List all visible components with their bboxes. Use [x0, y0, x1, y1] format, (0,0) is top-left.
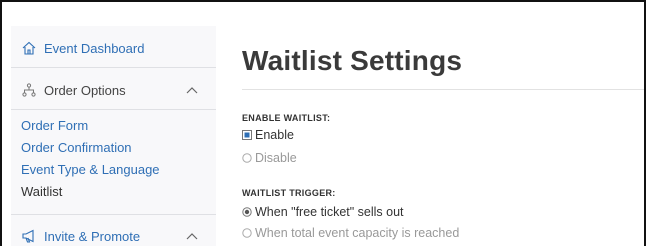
sidebar-divider: [11, 67, 216, 68]
waitlist-trigger-label: WAITLIST TRIGGER:: [242, 188, 336, 198]
sidebar-divider: [11, 214, 216, 215]
sitemap-icon: [21, 82, 37, 98]
trigger-capacity-label: When total event capacity is reached: [255, 226, 460, 240]
chevron-up-icon[interactable]: [186, 86, 198, 94]
sidebar-divider: [11, 109, 216, 110]
radio-unselected-icon[interactable]: [242, 228, 252, 238]
trigger-free-ticket-option[interactable]: When "free ticket" sells out: [242, 205, 404, 219]
sidebar-item-invite-promote[interactable]: Invite & Promote: [11, 226, 216, 246]
chevron-up-icon[interactable]: [186, 232, 198, 240]
sidebar-subitem-waitlist[interactable]: Waitlist: [21, 184, 62, 199]
radio-unselected-icon[interactable]: [242, 153, 252, 163]
sidebar-item-order-options[interactable]: Order Options: [11, 80, 216, 100]
sidebar-item-event-dashboard[interactable]: Event Dashboard: [11, 38, 216, 58]
sidebar-item-label: Invite & Promote: [44, 228, 141, 244]
checked-checkbox-icon[interactable]: [242, 130, 252, 140]
radio-selected-icon[interactable]: [242, 207, 252, 217]
sidebar: Event Dashboard Order Options Order Form…: [11, 26, 216, 246]
enable-option[interactable]: Enable: [242, 128, 294, 142]
trigger-capacity-option[interactable]: When total event capacity is reached: [242, 226, 459, 240]
page-title: Waitlist Settings: [242, 45, 463, 76]
disable-option[interactable]: Disable: [242, 151, 297, 165]
megaphone-icon: [21, 228, 37, 244]
app-frame: Event Dashboard Order Options Order Form…: [0, 0, 646, 246]
sidebar-subitem-order-form[interactable]: Order Form: [21, 118, 88, 133]
sidebar-subitem-order-confirmation[interactable]: Order Confirmation: [21, 140, 132, 155]
enable-waitlist-label: ENABLE WAITLIST:: [242, 113, 331, 123]
sidebar-subitem-event-type-language[interactable]: Event Type & Language: [21, 162, 160, 177]
title-divider: [242, 89, 644, 90]
sidebar-item-label: Order Options: [44, 82, 126, 98]
home-icon: [21, 40, 37, 56]
sidebar-item-label: Event Dashboard: [44, 40, 145, 56]
enable-option-label: Enable: [255, 128, 294, 142]
trigger-free-ticket-label: When "free ticket" sells out: [255, 205, 404, 219]
disable-option-label: Disable: [255, 151, 297, 165]
